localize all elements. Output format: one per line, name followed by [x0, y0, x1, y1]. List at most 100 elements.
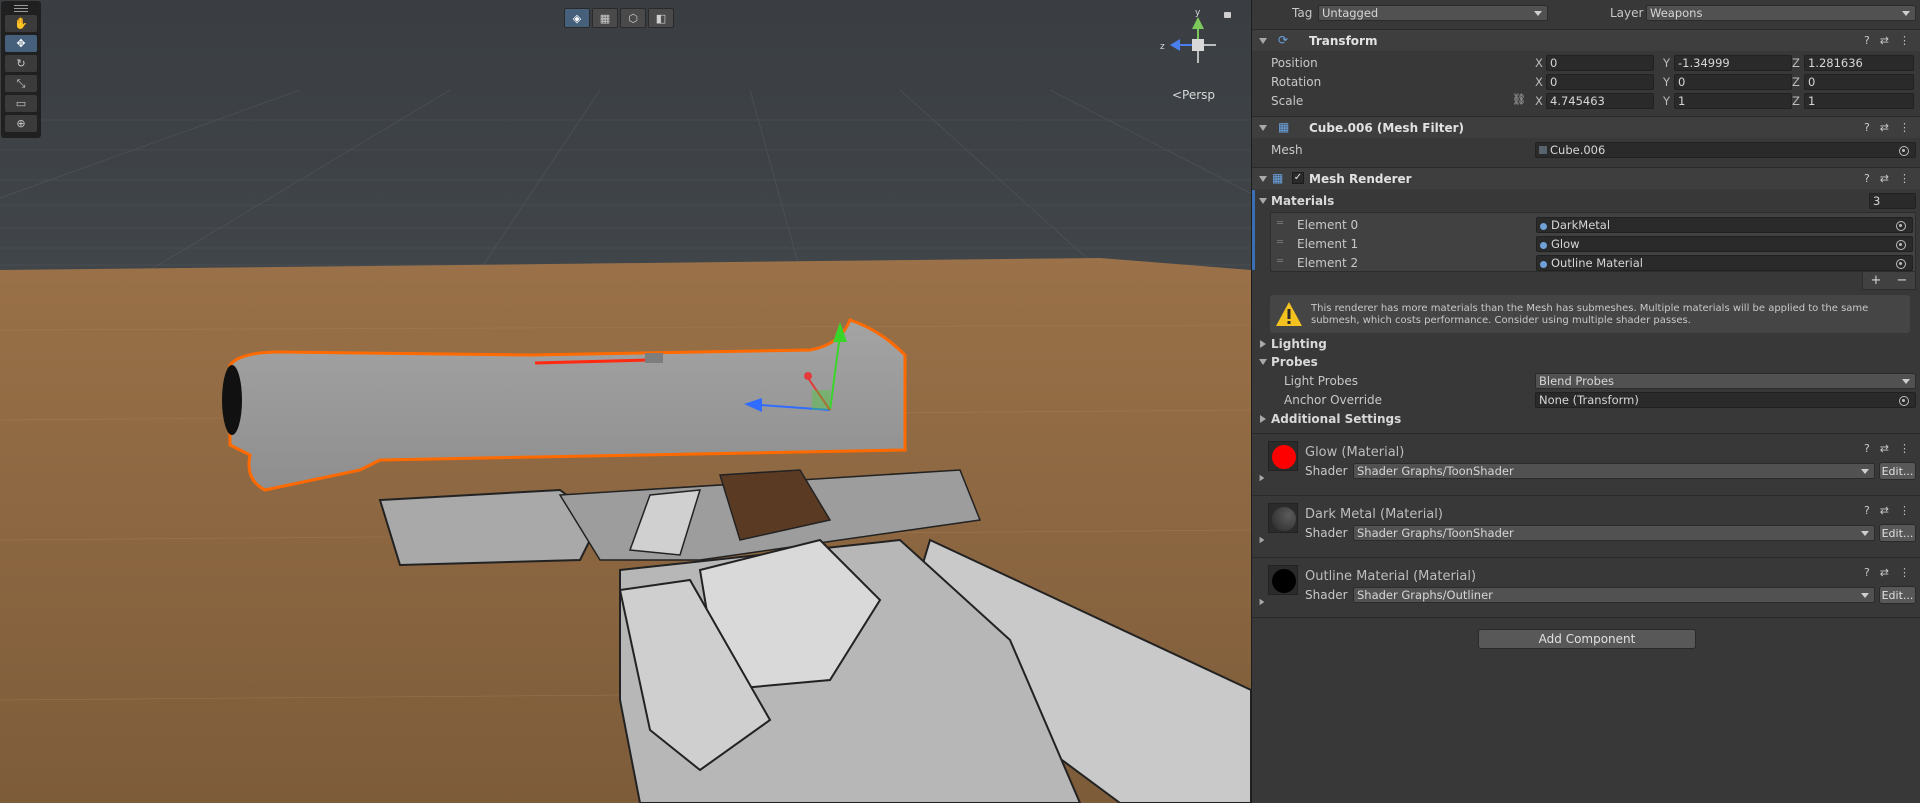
presets-icon[interactable]: ⇄ — [1880, 121, 1889, 134]
rect-tool-button[interactable]: ▭ — [5, 95, 37, 112]
object-picker-icon[interactable] — [1896, 240, 1906, 250]
edit-shader-button[interactable]: Edit... — [1879, 524, 1916, 542]
fold-arrow-icon[interactable] — [1259, 125, 1267, 131]
tool-palette: ✋ ✥ ↻ ⤡ ▭ ⊕ — [1, 1, 41, 138]
mesh-renderer-header[interactable]: ▦ ✓ Mesh Renderer ? ⇄ ⋮ — [1252, 167, 1920, 189]
help-icon[interactable]: ? — [1864, 442, 1870, 455]
scale-z-field[interactable]: 1 — [1804, 93, 1914, 109]
shader-label: Shader — [1305, 526, 1348, 540]
material-glow: Glow (Material) ? ⇄ ⋮ Shader Shader Graphs… — [1252, 433, 1920, 494]
scale-tool-button[interactable]: ⤡ — [5, 75, 37, 92]
rotate-tool-button[interactable]: ↻ — [5, 55, 37, 72]
wireframe-mode-button[interactable]: ▦ — [592, 8, 618, 28]
lighting-fold-icon[interactable] — [1260, 340, 1266, 348]
presets-icon[interactable]: ⇄ — [1880, 172, 1889, 185]
drag-handle-icon[interactable]: ═ — [1277, 237, 1283, 248]
anchor-override-field[interactable]: None (Transform) — [1535, 392, 1916, 408]
presets-icon[interactable]: ⇄ — [1880, 34, 1889, 47]
constrain-proportions-icon[interactable]: ⛓ — [1512, 93, 1526, 106]
hand-tool-button[interactable]: ✋ — [5, 15, 37, 32]
fold-arrow-icon[interactable] — [1259, 38, 1267, 44]
add-component-button[interactable]: Add Component — [1478, 629, 1696, 649]
warning-box: This renderer has more materials than th… — [1270, 295, 1910, 333]
kebab-menu-icon[interactable]: ⋮ — [1899, 121, 1910, 134]
edit-shader-button[interactable]: Edit... — [1879, 462, 1916, 480]
drag-handle-icon[interactable]: ═ — [1277, 218, 1283, 229]
object-picker-icon[interactable] — [1896, 259, 1906, 269]
enabled-checkbox[interactable]: ✓ — [1292, 172, 1304, 184]
materials-count-field[interactable]: 3 — [1869, 193, 1916, 209]
object-picker-icon[interactable] — [1899, 146, 1909, 156]
object-picker-icon[interactable] — [1896, 221, 1906, 231]
kebab-menu-icon[interactable]: ⋮ — [1899, 34, 1910, 47]
fold-arrow-icon[interactable] — [1259, 176, 1267, 182]
warning-text: This renderer has more materials than th… — [1311, 303, 1869, 326]
scale-x-field[interactable]: 4.745463 — [1546, 93, 1654, 109]
shader-dropdown[interactable]: Shader Graphs/Outliner — [1353, 587, 1875, 603]
transform-tool-button[interactable]: ⊕ — [5, 115, 37, 132]
fold-arrow-icon[interactable] — [1259, 536, 1265, 544]
edit-shader-button[interactable]: Edit... — [1879, 586, 1916, 604]
lit-mode-button[interactable]: ◧ — [648, 8, 674, 28]
rotation-x-field[interactable]: 0 — [1546, 74, 1654, 90]
mesh-filter-icon: ▦ — [1278, 120, 1290, 134]
tag-dropdown[interactable]: Untagged — [1318, 5, 1548, 21]
fold-arrow-icon[interactable] — [1259, 474, 1265, 482]
object-picker-icon[interactable] — [1899, 396, 1909, 406]
additional-settings-fold-icon[interactable] — [1260, 415, 1266, 423]
light-probes-dropdown[interactable]: Blend Probes — [1535, 373, 1916, 389]
material-name: Glow (Material) — [1305, 445, 1405, 460]
lighting-section[interactable]: Lighting — [1271, 337, 1327, 351]
presets-icon[interactable]: ⇄ — [1880, 566, 1889, 579]
remove-element-button[interactable]: − — [1897, 273, 1908, 288]
mesh-object-field[interactable]: Cube.006 — [1535, 142, 1916, 158]
unlit-mode-button[interactable]: ⬡ — [620, 8, 646, 28]
axis-z-label: Z — [1792, 75, 1800, 89]
fold-arrow-icon[interactable] — [1259, 598, 1265, 606]
move-tool-button[interactable]: ✥ — [5, 35, 37, 52]
probes-fold-icon[interactable] — [1259, 359, 1267, 365]
presets-icon[interactable]: ⇄ — [1880, 504, 1889, 517]
scene-view[interactable]: ✋ ✥ ↻ ⤡ ▭ ⊕ ◈ ▦ ⬡ ◧ y z <Persp — [0, 0, 1251, 803]
drag-handle-icon[interactable]: ═ — [1277, 256, 1283, 267]
probes-section[interactable]: Probes — [1271, 355, 1318, 369]
position-y-field[interactable]: -1.34999 — [1674, 55, 1792, 71]
kebab-menu-icon[interactable]: ⋮ — [1899, 442, 1910, 455]
kebab-menu-icon[interactable]: ⋮ — [1899, 172, 1910, 185]
materials-fold-icon[interactable] — [1259, 198, 1267, 204]
layer-dropdown[interactable]: Weapons — [1646, 5, 1916, 21]
add-element-button[interactable]: + — [1871, 273, 1882, 288]
presets-icon[interactable]: ⇄ — [1880, 442, 1889, 455]
rotation-z-field[interactable]: 0 — [1804, 74, 1914, 90]
material-actions: ? ⇄ ⋮ — [1864, 442, 1910, 455]
transform-header[interactable]: ⟳ Transform ? ⇄ ⋮ — [1252, 29, 1920, 51]
perspective-toggle[interactable]: <Persp — [1172, 88, 1215, 102]
lock-icon[interactable] — [1224, 12, 1231, 18]
scene-viewport[interactable] — [0, 0, 1251, 803]
rotation-y-field[interactable]: 0 — [1674, 74, 1792, 90]
shader-dropdown[interactable]: Shader Graphs/ToonShader — [1353, 525, 1875, 541]
help-icon[interactable]: ? — [1864, 34, 1870, 47]
axis-x-label: X — [1535, 75, 1543, 89]
element-2-field[interactable]: Outline Material — [1536, 255, 1913, 271]
kebab-menu-icon[interactable]: ⋮ — [1899, 566, 1910, 579]
list-footer: + − — [1862, 272, 1916, 290]
material-actions: ? ⇄ ⋮ — [1864, 504, 1910, 517]
help-icon[interactable]: ? — [1864, 504, 1870, 517]
palette-grip[interactable] — [4, 4, 38, 12]
scale-y-field[interactable]: 1 — [1674, 93, 1792, 109]
shaded-mode-button[interactable]: ◈ — [564, 8, 590, 28]
element-0-field[interactable]: DarkMetal — [1536, 217, 1913, 233]
element-1-field[interactable]: Glow — [1536, 236, 1913, 252]
mesh-filter-header[interactable]: ▦ Cube.006 (Mesh Filter) ? ⇄ ⋮ — [1252, 116, 1920, 138]
help-icon[interactable]: ? — [1864, 566, 1870, 579]
position-z-field[interactable]: 1.281636 — [1804, 55, 1914, 71]
additional-settings-section[interactable]: Additional Settings — [1271, 412, 1401, 426]
help-icon[interactable]: ? — [1864, 121, 1870, 134]
shader-dropdown[interactable]: Shader Graphs/ToonShader — [1353, 463, 1875, 479]
materials-label: Materials — [1271, 194, 1335, 208]
kebab-menu-icon[interactable]: ⋮ — [1899, 504, 1910, 517]
help-icon[interactable]: ? — [1864, 172, 1870, 185]
material-preview — [1268, 441, 1298, 471]
position-x-field[interactable]: 0 — [1546, 55, 1654, 71]
